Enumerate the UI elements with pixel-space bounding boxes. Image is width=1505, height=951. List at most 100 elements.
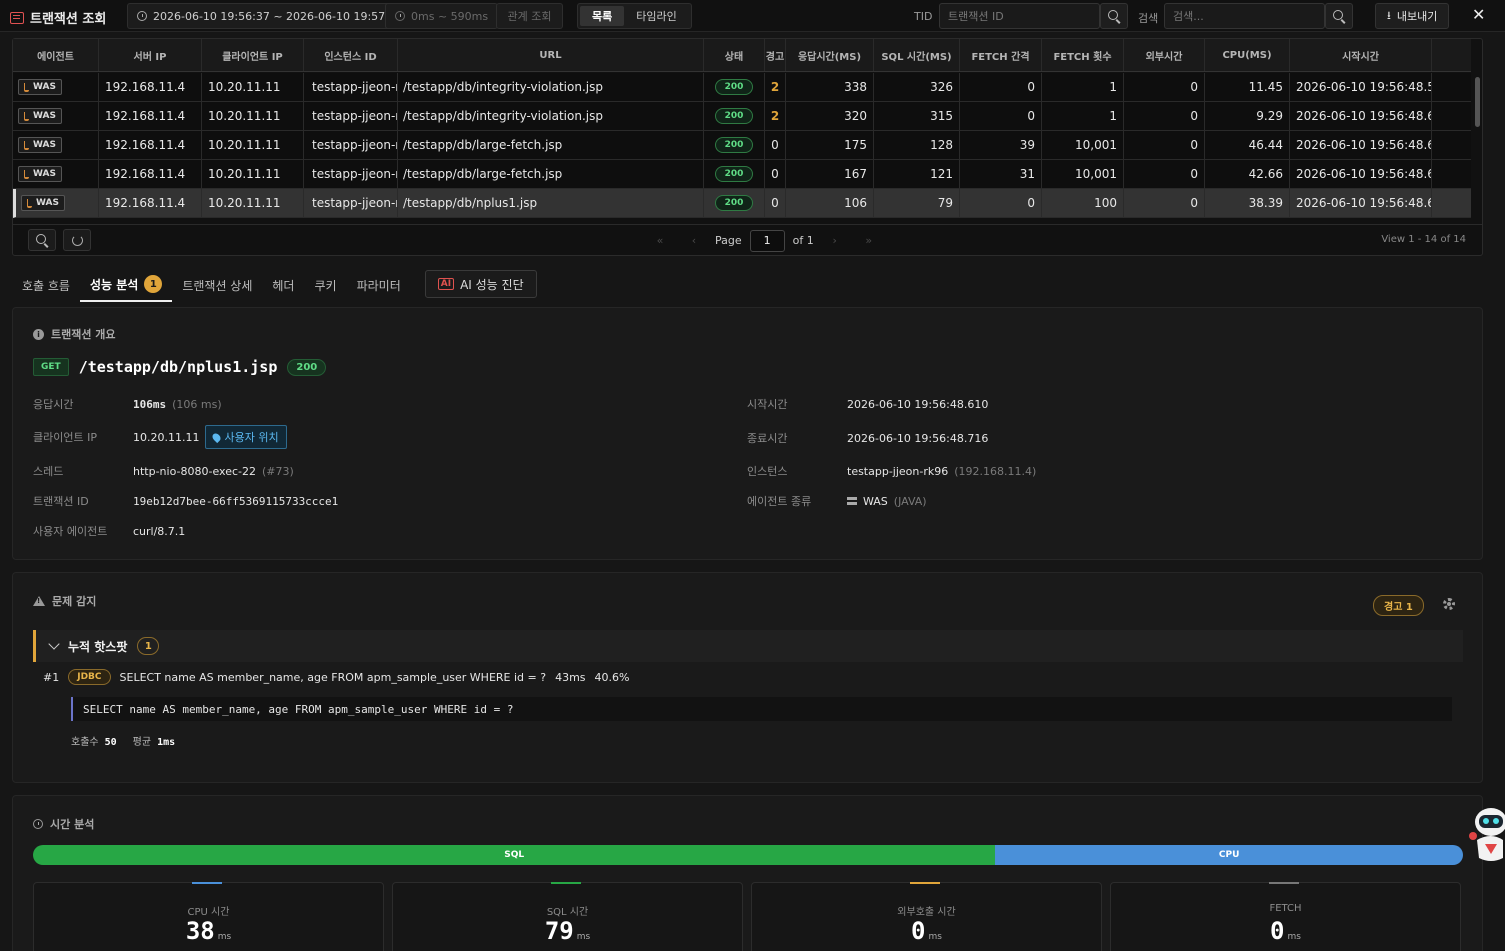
cell-status: 200 — [704, 131, 765, 159]
hotspot-header[interactable]: 누적 핫스팟 1 — [33, 630, 1463, 662]
view-timeline-button[interactable]: 타임라인 — [624, 6, 688, 26]
next-page-button[interactable]: › — [822, 234, 848, 247]
column-header-start-time[interactable]: 시작시간 — [1290, 39, 1432, 71]
view-list-button[interactable]: 목록 — [580, 6, 625, 26]
column-header-sql-time[interactable]: SQL 시간(MS) — [874, 39, 960, 71]
cell-cpu-time: 11.45 — [1205, 73, 1290, 101]
column-header-response-time[interactable]: 응답시간(MS) — [786, 39, 874, 71]
tab-0[interactable]: 호출 흐름 — [12, 268, 80, 302]
column-header-server-ip[interactable]: 서버 IP — [99, 39, 202, 71]
tid-search-button[interactable] — [1100, 3, 1128, 29]
cell-response-time: 338 — [786, 73, 874, 101]
transaction-id-field: 트랜잭션 ID 19eb12d7bee-66ff5369115733ccce1 — [33, 494, 339, 509]
close-button[interactable]: ✕ — [1472, 5, 1485, 24]
agent-type-field: 에이전트 종류 WAS (JAVA) — [747, 494, 927, 509]
gear-icon[interactable] — [1443, 598, 1455, 610]
cell-fetch-count: 100 — [1042, 189, 1124, 217]
cell-fetch-count: 1 — [1042, 102, 1124, 130]
time-segment-cpu: CPU — [995, 845, 1463, 865]
time-analysis-title: 시간 분석 — [33, 816, 94, 832]
page-input[interactable]: 1 — [749, 229, 785, 252]
column-header-client-ip[interactable]: 클라이언트 IP — [202, 39, 304, 71]
column-header-agent[interactable]: 에이전트 — [13, 39, 99, 71]
agent-badge: WAS — [18, 166, 62, 182]
time-range-picker[interactable]: 2026-06-10 19:56:37 ~ 2026-06-10 19:57:0… — [127, 3, 413, 29]
cell-client-ip: 10.20.11.11 — [202, 189, 304, 217]
start-time-field: 시작시간 2026-06-10 19:56:48.610 — [747, 397, 989, 412]
ai-icon: AI — [437, 278, 455, 290]
client-ip-field: 클라이언트 IP 10.20.11.11 사용자 위치 — [33, 425, 287, 449]
tab-3[interactable]: 헤더 — [262, 268, 304, 302]
search-button[interactable] — [1325, 3, 1353, 29]
overview-panel: i 트랜잭션 개요 GET /testapp/db/nplus1.jsp 200… — [12, 307, 1483, 560]
user-location-button[interactable]: 사용자 위치 — [205, 425, 287, 449]
tab-5[interactable]: 파라미터 — [347, 268, 411, 302]
cell-sql-time: 128 — [874, 131, 960, 159]
table-row[interactable]: WAS 192.168.11.4 10.20.11.11 testapp-jjeon-… — [13, 160, 1471, 189]
hotspot-item[interactable]: #1 JDBC SELECT name AS member_name, age … — [43, 669, 629, 685]
column-header-url[interactable]: URL — [398, 39, 704, 71]
download-icon: ⭳ — [1387, 8, 1391, 22]
cell-start-time: 2026-06-10 19:56:48.616 — [1290, 160, 1432, 188]
column-header-fetch-count[interactable]: FETCH 횟수 — [1042, 39, 1124, 71]
cell-fetch-interval: 39 — [960, 131, 1042, 159]
status-badge: 200 — [714, 166, 754, 182]
cell-start-time: 2026-06-10 19:56:48.602 — [1290, 102, 1432, 130]
export-button[interactable]: ⭳ 내보내기 — [1375, 3, 1450, 29]
table-row[interactable]: WAS 192.168.11.4 10.20.11.11 testapp-jjeon-… — [13, 131, 1471, 160]
first-page-button[interactable]: « — [647, 234, 673, 247]
java-icon — [27, 198, 32, 208]
java-icon — [24, 82, 29, 92]
tab-2[interactable]: 트랜잭션 상세 — [172, 268, 262, 302]
last-page-button[interactable]: » — [856, 234, 882, 247]
list-icon — [10, 11, 24, 24]
tab-4[interactable]: 쿠키 — [304, 268, 346, 302]
cell-warning: 2 — [765, 102, 786, 130]
table-row[interactable]: WAS 192.168.11.4 10.20.11.11 testapp-jjeon-… — [13, 102, 1471, 131]
column-header-status[interactable]: 상태 — [704, 39, 765, 71]
view-mode-toggle: 목록 타임라인 — [577, 3, 692, 29]
tid-input[interactable]: 트랜잭션 ID — [939, 3, 1100, 29]
table-row[interactable]: WAS 192.168.11.4 10.20.11.11 testapp-jjeon-… — [13, 73, 1471, 102]
cell-fetch-interval: 0 — [960, 102, 1042, 130]
search-icon — [36, 234, 46, 244]
prev-page-button[interactable]: ‹ — [681, 234, 707, 247]
cell-sql-time: 315 — [874, 102, 960, 130]
table-refresh-button[interactable] — [63, 229, 91, 251]
search-input[interactable]: 검색... — [1164, 3, 1325, 29]
sql-code-block: SELECT name AS member_name, age FROM apm… — [71, 697, 1452, 721]
cell-response-time: 175 — [786, 131, 874, 159]
column-header-external-time[interactable]: 외부시간 — [1124, 39, 1205, 71]
column-header-fetch-interval[interactable]: FETCH 간격 — [960, 39, 1042, 71]
cell-url: /testapp/db/integrity-violation.jsp — [398, 73, 704, 101]
ai-diagnosis-button[interactable]: AI AI 성능 진단 — [424, 270, 537, 298]
table-row[interactable]: WAS 192.168.11.4 10.20.11.11 testapp-jjeon-… — [13, 189, 1471, 218]
search-label: 검색 — [1138, 12, 1159, 25]
item-index: #1 — [43, 670, 60, 684]
top-bar: 트랜잭션 조회 2026-06-10 19:56:37 ~ 2026-06-10… — [0, 0, 1505, 32]
server-icon — [847, 497, 857, 505]
tid-label: TID — [914, 10, 933, 23]
cell-start-time: 2026-06-10 19:56:48.604 — [1290, 131, 1432, 159]
column-header-instance-id[interactable]: 인스턴스 ID — [304, 39, 398, 71]
tab-1[interactable]: 성능 분석 1 — [79, 268, 173, 302]
detail-tabs: 호출 흐름 성능 분석 1 트랜잭션 상세 헤더 쿠키 파라미터 AI AI 성능 진단 — [12, 268, 537, 302]
column-header-cpu-time[interactable]: CPU(MS) — [1205, 39, 1290, 71]
agent-badge: WAS — [18, 108, 62, 124]
agent-badge: WAS — [21, 195, 65, 211]
cell-cpu-time: 38.39 — [1205, 189, 1290, 217]
assistant-mascot-icon[interactable] — [1465, 800, 1505, 866]
response-range-filter[interactable]: 0ms ~ 590ms — [385, 3, 499, 29]
column-header-warning[interactable]: 경고 — [765, 39, 786, 71]
cell-response-time: 320 — [786, 102, 874, 130]
status-badge: 200 — [714, 137, 754, 153]
table-search-button[interactable] — [28, 229, 56, 251]
related-view-button[interactable]: 관계 조회 — [496, 3, 563, 29]
cell-agent: WAS — [13, 73, 99, 101]
table-scrollbar[interactable] — [1473, 73, 1482, 223]
cell-agent: WAS — [16, 189, 99, 217]
cell-warning: 2 — [765, 73, 786, 101]
stat-accent — [910, 882, 940, 884]
search-icon — [1333, 10, 1343, 20]
clock-icon — [33, 819, 43, 829]
